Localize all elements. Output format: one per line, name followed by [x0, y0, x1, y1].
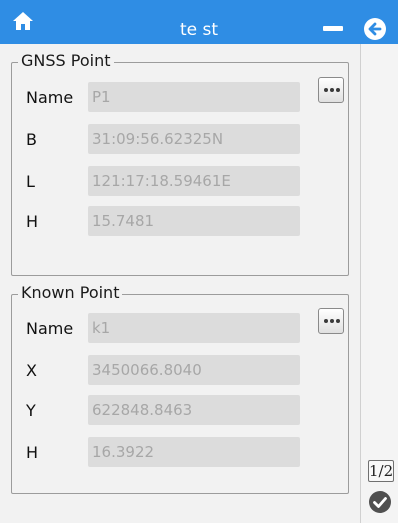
known-name-field[interactable]: k1	[88, 313, 300, 343]
known-y-field[interactable]: 622848.8463	[88, 395, 300, 425]
gnss-l-field[interactable]: 121:17:18.59461E	[88, 166, 300, 196]
more-dots-icon	[324, 88, 328, 92]
more-dots-icon	[330, 88, 334, 92]
gnss-name-label: Name	[26, 88, 74, 107]
back-arrow-icon[interactable]	[363, 17, 387, 41]
known-h-field[interactable]: 16.3922	[88, 437, 300, 467]
minimize-icon[interactable]	[323, 26, 343, 31]
check-circle-icon[interactable]	[368, 490, 392, 514]
known-x-label: X	[26, 361, 37, 380]
gnss-b-label: B	[26, 130, 37, 149]
page-indicator[interactable]: 1/2	[368, 460, 394, 482]
more-dots-icon	[336, 88, 340, 92]
gnss-b-field[interactable]: 31:09:56.62325N	[88, 124, 300, 154]
known-point-legend: Known Point	[18, 283, 123, 302]
gnss-name-field[interactable]: P1	[88, 82, 300, 112]
gnss-point-legend: GNSS Point	[18, 51, 114, 70]
title-bar: te st	[0, 0, 398, 44]
more-dots-icon	[324, 319, 328, 323]
known-h-label: H	[26, 443, 39, 462]
more-dots-icon	[330, 319, 334, 323]
more-dots-icon	[336, 319, 340, 323]
known-y-label: Y	[26, 401, 36, 420]
gnss-h-label: H	[26, 212, 39, 231]
gnss-point-more-button[interactable]	[318, 77, 344, 103]
gnss-l-label: L	[26, 172, 35, 191]
known-name-label: Name	[26, 319, 74, 338]
gnss-h-field[interactable]: 15.7481	[88, 206, 300, 236]
known-point-more-button[interactable]	[318, 308, 344, 334]
known-x-field[interactable]: 3450066.8040	[88, 355, 300, 385]
